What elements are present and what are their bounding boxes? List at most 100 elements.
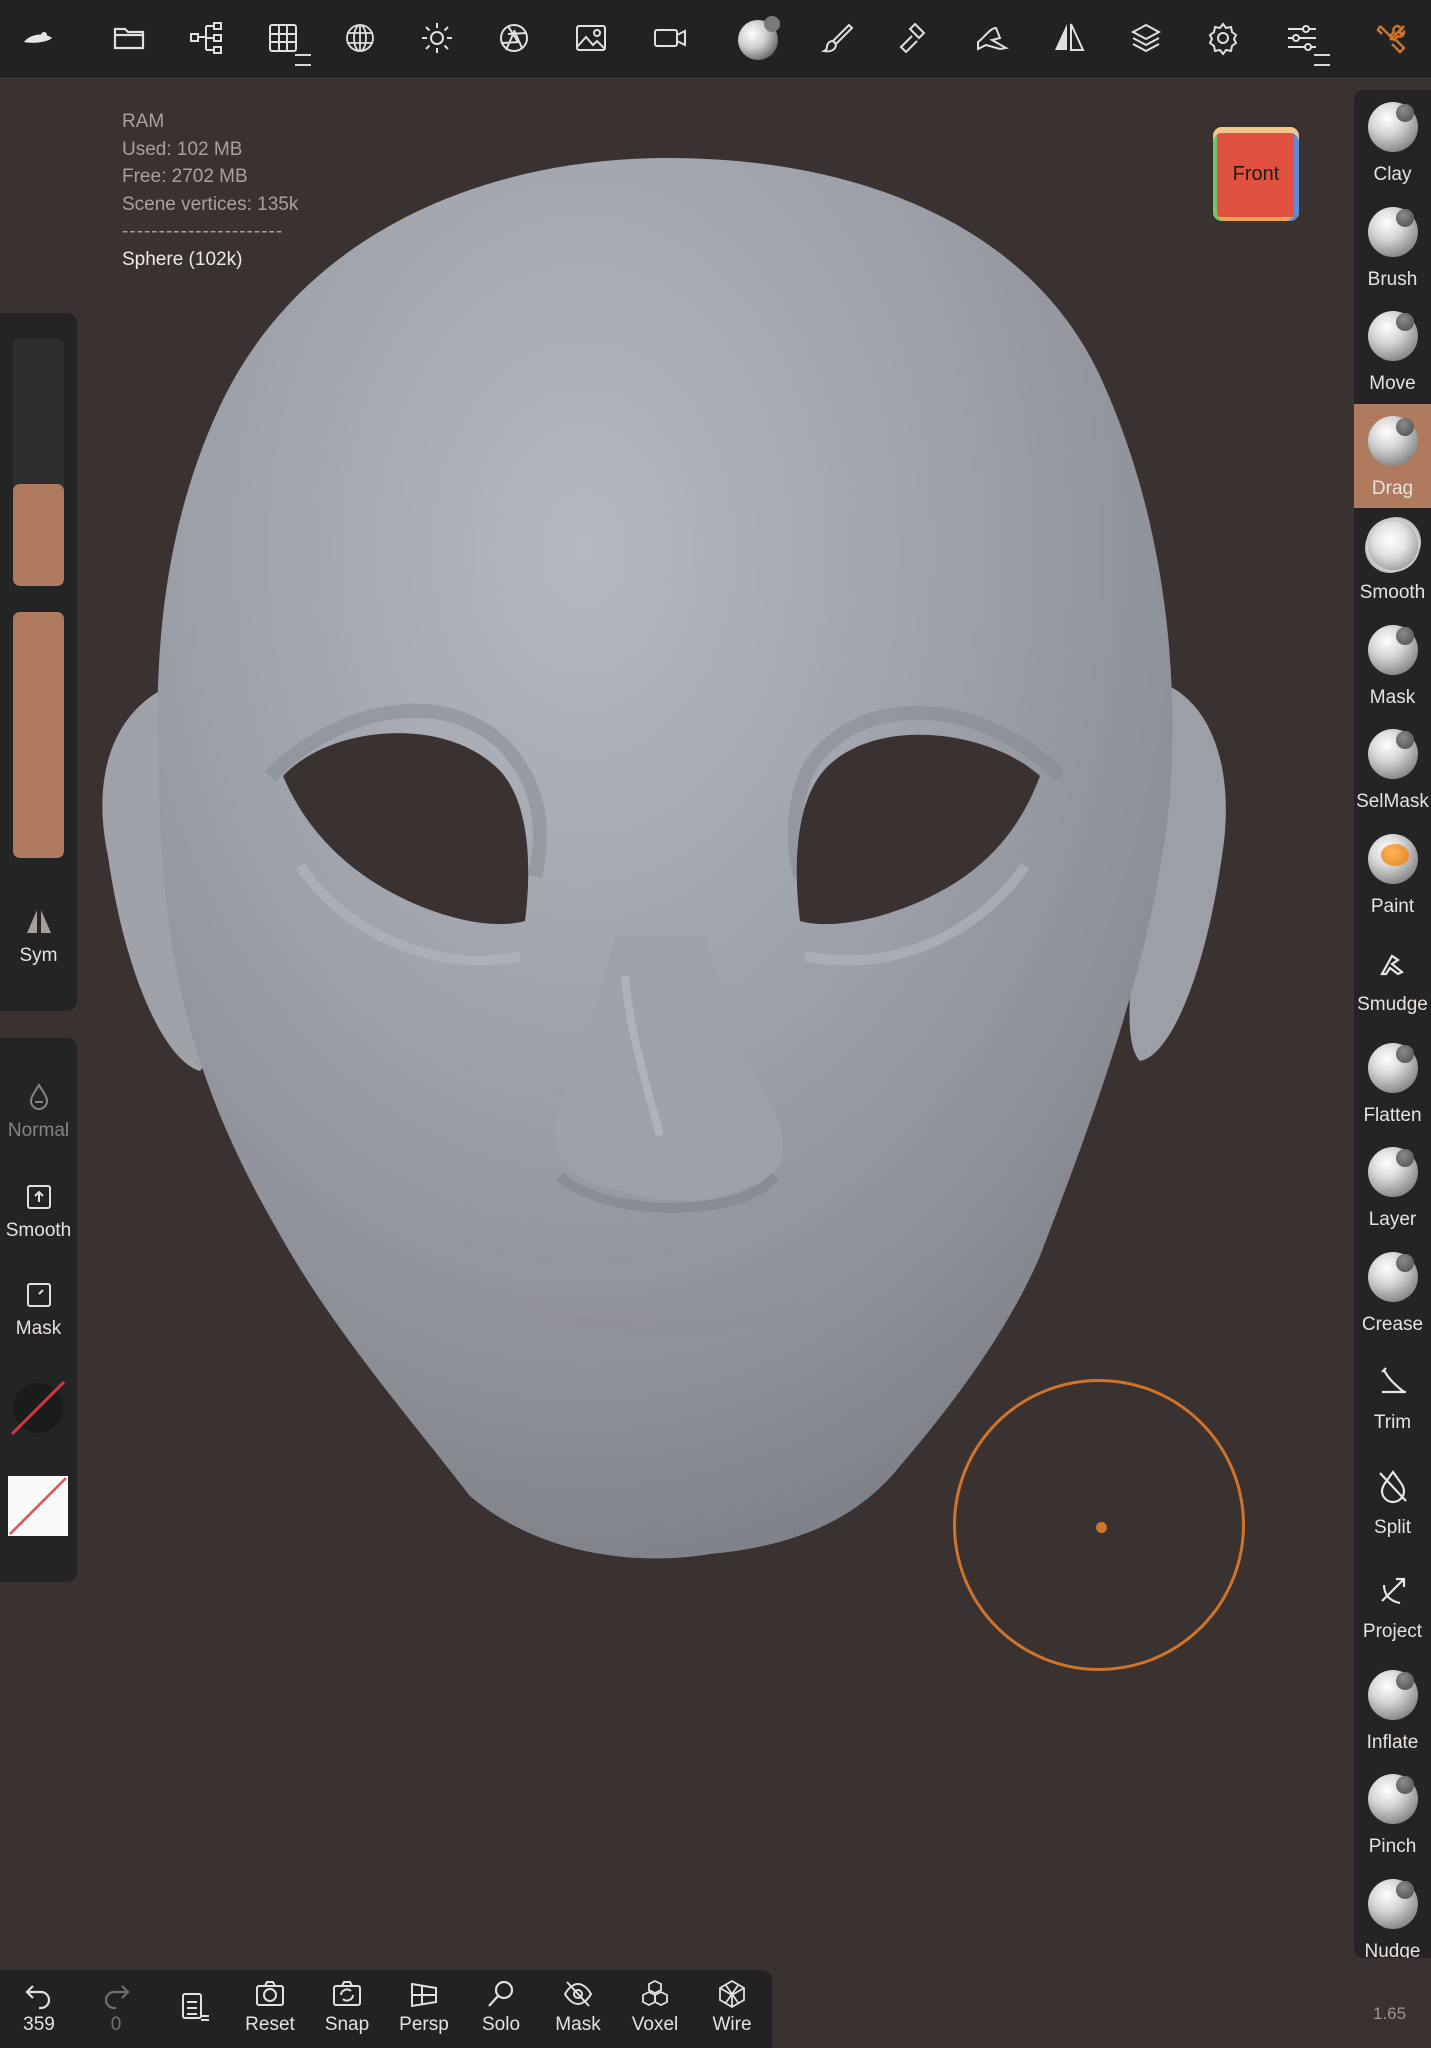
smooth-up-icon <box>26 1185 51 1209</box>
mesh-sphere-icon[interactable] <box>336 14 384 62</box>
tool-smudge[interactable]: Smudge <box>1354 926 1431 1030</box>
undo-icon <box>25 1985 51 2010</box>
bottom-toolbar: 359 0 Reset Snap Persp Solo Mask Voxel W… <box>0 1970 772 2048</box>
normal-toggle[interactable]: Normal <box>0 1082 77 1142</box>
tool-label: Paint <box>1370 895 1415 917</box>
left-brush-panel: Sym <box>0 313 77 1011</box>
topology-icon[interactable] <box>968 14 1016 62</box>
intensity-slider[interactable] <box>13 612 64 858</box>
brush-icon <box>1367 206 1418 257</box>
tool-pinch[interactable]: Pinch <box>1354 1762 1431 1866</box>
tool-selmask[interactable]: SelMask <box>1354 717 1431 821</box>
mask-icon <box>1367 624 1418 675</box>
material-sphere-icon[interactable] <box>736 14 784 62</box>
tool-trim[interactable]: Trim <box>1354 1344 1431 1448</box>
tool-label: Pinch <box>1368 1836 1417 1857</box>
pinch-icon <box>1367 1774 1418 1824</box>
selmask-icon <box>1367 729 1418 779</box>
mask-square-icon <box>26 1283 51 1307</box>
redo-button[interactable]: 0 <box>81 1978 151 2036</box>
tool-crease[interactable]: Crease <box>1354 1240 1431 1344</box>
logo-icon[interactable] <box>14 14 62 62</box>
grid-icon[interactable] <box>259 14 311 66</box>
tool-panel: Clay Brush Move Drag Smooth Mask SelMask Paint S… <box>1354 90 1431 1958</box>
tool-split[interactable]: Split <box>1354 1449 1431 1553</box>
paint-brush-icon[interactable] <box>814 14 862 62</box>
snap-button[interactable]: Snap <box>312 1978 382 2036</box>
tool-label: Drag <box>1371 477 1414 499</box>
tool-label: Move <box>1369 373 1416 394</box>
tool-label: Flatten <box>1363 1104 1422 1126</box>
drop-icon <box>29 1083 48 1110</box>
trim-icon <box>1380 1367 1406 1394</box>
redo-count: 0 <box>110 2014 122 2035</box>
no-alpha-icon <box>10 1380 66 1436</box>
tool-move[interactable]: Move <box>1354 299 1431 403</box>
alpha-texture-slot[interactable] <box>8 1378 68 1438</box>
smooth-toggle[interactable]: Smooth <box>0 1182 77 1242</box>
tool-smooth[interactable]: Smooth <box>1354 508 1431 612</box>
tool-label: Smudge <box>1357 994 1428 1015</box>
drag-icon <box>1367 415 1418 466</box>
tool-layer[interactable]: Layer <box>1354 1135 1431 1239</box>
left-option-panel: Normal Smooth Mask <box>0 1038 77 1582</box>
sym-toggle[interactable]: Sym <box>0 907 77 967</box>
crease-icon <box>1367 1251 1418 1302</box>
tool-clay[interactable]: Clay <box>1354 90 1431 194</box>
layers-icon[interactable] <box>1122 14 1170 62</box>
sym-label: Sym <box>19 945 58 966</box>
clay-icon <box>1367 102 1418 152</box>
undo-button[interactable]: 359 <box>4 1978 74 2036</box>
tool-label: Inflate <box>1366 1731 1419 1753</box>
brush-center-dot <box>1096 1522 1107 1533</box>
perspective-icon <box>411 1982 437 2008</box>
wire-button[interactable]: Wire <box>697 1978 767 2036</box>
light-icon[interactable] <box>413 14 461 62</box>
settings-icon[interactable] <box>1199 14 1247 62</box>
tool-brush[interactable]: Brush <box>1354 195 1431 299</box>
radius-slider-fill <box>13 484 64 586</box>
radius-slider[interactable] <box>13 338 64 586</box>
tools-icon[interactable] <box>1368 14 1416 62</box>
tool-project[interactable]: Project <box>1354 1553 1431 1657</box>
symmetry-icon[interactable] <box>1045 14 1093 62</box>
tool-mask[interactable]: Mask <box>1354 613 1431 717</box>
camera-icon[interactable] <box>646 14 694 62</box>
tool-label: Project <box>1362 1621 1423 1642</box>
persp-button[interactable]: Persp <box>389 1978 459 2036</box>
nudge-icon <box>1367 1878 1418 1929</box>
reset-button[interactable]: Reset <box>235 1978 305 2036</box>
tool-flatten[interactable]: Flatten <box>1354 1031 1431 1135</box>
smudge-icon <box>1379 954 1404 976</box>
image-icon[interactable] <box>567 14 615 62</box>
sculpt-hammer-icon[interactable] <box>891 14 939 62</box>
tool-label: Layer <box>1368 1209 1417 1230</box>
tool-nudge[interactable]: Nudge <box>1354 1867 1431 1958</box>
tool-inflate[interactable]: Inflate <box>1354 1658 1431 1762</box>
history-menu-button[interactable] <box>158 1990 228 2026</box>
aperture-icon[interactable] <box>490 14 538 62</box>
move-icon <box>1367 311 1418 361</box>
sculpt-mesh-viewport[interactable] <box>0 76 1431 1976</box>
tool-label: Split <box>1374 1516 1411 1538</box>
mask-visibility-button[interactable]: Mask <box>543 1978 613 2036</box>
voxel-cubes-icon <box>642 1979 668 2007</box>
sliders-icon[interactable] <box>1278 14 1330 66</box>
eye-off-icon <box>563 1981 593 2007</box>
view-cube[interactable]: Front <box>1213 127 1299 221</box>
stroke-texture-slot[interactable] <box>8 1476 68 1536</box>
symmetry-icon <box>26 910 51 933</box>
tool-paint[interactable]: Paint <box>1354 822 1431 926</box>
split-icon <box>1378 1469 1407 1503</box>
mask-toggle[interactable]: Mask <box>0 1280 77 1340</box>
solo-button[interactable]: Solo <box>466 1978 536 2036</box>
scene-tree-icon[interactable] <box>182 14 230 62</box>
folder-icon[interactable] <box>105 14 153 62</box>
tool-label: Crease <box>1361 1313 1424 1335</box>
tool-label: Brush <box>1367 268 1418 290</box>
tool-drag[interactable]: Drag <box>1354 403 1431 508</box>
tool-label: Clay <box>1373 164 1412 185</box>
tool-label: Mask <box>1369 686 1416 708</box>
voxel-button[interactable]: Voxel <box>620 1978 690 2036</box>
project-icon <box>1380 1577 1405 1605</box>
